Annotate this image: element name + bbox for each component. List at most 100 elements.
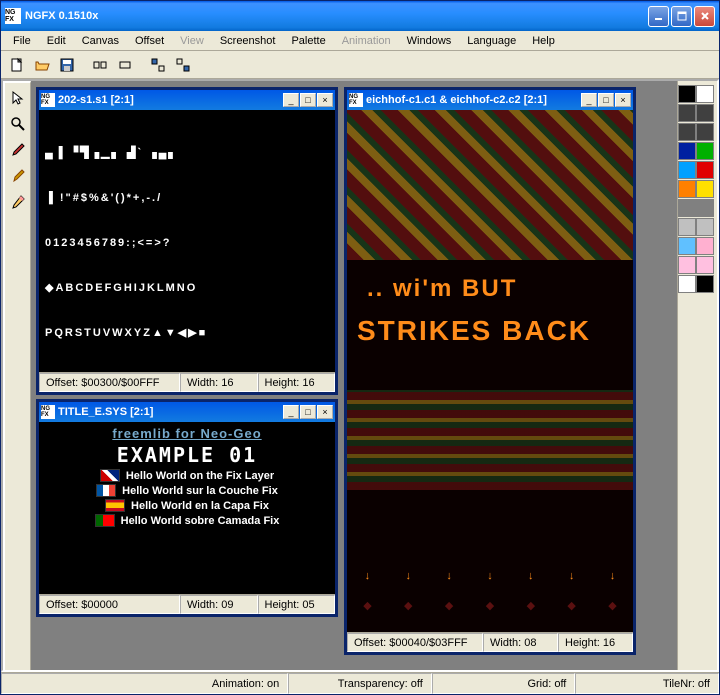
- zoom-tool[interactable]: [7, 113, 29, 135]
- close-icon[interactable]: ×: [317, 405, 333, 419]
- close-icon[interactable]: ×: [317, 93, 333, 107]
- flag-fr-icon: [96, 484, 116, 497]
- eyedropper-tool[interactable]: [7, 139, 29, 161]
- brush-tool[interactable]: [7, 165, 29, 187]
- menu-language[interactable]: Language: [459, 33, 524, 49]
- title-window-titlebar[interactable]: NG FX TITLE_E.SYS [2:1] _ □ ×: [39, 402, 335, 422]
- palette-row: [678, 123, 717, 141]
- new-button[interactable]: [5, 54, 28, 76]
- dot-row: ◆◆◆◆◆◆◆: [347, 599, 633, 612]
- menu-palette[interactable]: Palette: [283, 33, 333, 49]
- menu-canvas[interactable]: Canvas: [74, 33, 127, 49]
- palette-row: [678, 161, 717, 179]
- palette-swatch[interactable]: [696, 256, 714, 274]
- menubar: File Edit Canvas Offset View Screenshot …: [1, 31, 719, 51]
- palette-row: [678, 85, 717, 103]
- menu-animation[interactable]: Animation: [334, 33, 399, 49]
- menu-screenshot[interactable]: Screenshot: [212, 33, 284, 49]
- toolbar: [1, 51, 719, 79]
- palette-swatch[interactable]: [678, 237, 696, 255]
- transparency-status: Transparency: off: [288, 673, 432, 694]
- palette-row: [678, 142, 717, 160]
- arrow-row: ↓↓↓↓↓↓↓: [347, 570, 633, 582]
- palette-swatch[interactable]: [696, 142, 714, 160]
- palette-swatch[interactable]: [696, 161, 714, 179]
- close-icon[interactable]: ×: [615, 93, 631, 107]
- save-button[interactable]: [55, 54, 78, 76]
- palette-swatch[interactable]: [678, 199, 696, 217]
- palette-swatch[interactable]: [678, 180, 696, 198]
- maximize-icon[interactable]: □: [300, 405, 316, 419]
- banner-text: freemlib for Neo-Geo: [112, 426, 261, 441]
- sprites-window-titlebar[interactable]: NG FX eichhof-c1.c1 & eichhof-c2.c2 [2:1…: [347, 90, 633, 110]
- close-button[interactable]: [694, 6, 715, 27]
- palette-swatch[interactable]: [678, 123, 696, 141]
- menu-view[interactable]: View: [172, 33, 212, 49]
- palette-swatch[interactable]: [696, 85, 714, 103]
- sprites-canvas[interactable]: .. wi'm BUT STRIKES BACK ↓↓↓↓↓↓↓ ◆◆◆◆◆◆◆: [347, 110, 633, 632]
- minimize-icon[interactable]: _: [283, 405, 299, 419]
- menu-offset[interactable]: Offset: [127, 33, 172, 49]
- sprite-pattern: [347, 390, 633, 490]
- palette-swatch[interactable]: [678, 142, 696, 160]
- palette-row: [678, 180, 717, 198]
- flag-uk-icon: [100, 469, 120, 482]
- maximize-button[interactable]: [671, 6, 692, 27]
- palette-swatch[interactable]: [696, 237, 714, 255]
- hello-line: Hello World en la Capa Fix: [105, 499, 269, 512]
- menu-help[interactable]: Help: [524, 33, 563, 49]
- tool-c-button[interactable]: [146, 54, 169, 76]
- palette-swatch[interactable]: [696, 180, 714, 198]
- palette-swatch[interactable]: [678, 85, 696, 103]
- tool-a-button[interactable]: [88, 54, 111, 76]
- font-row: ▐ !"#$%&'()*+,-./: [45, 191, 329, 206]
- menu-file[interactable]: File: [5, 33, 39, 49]
- palette-swatch[interactable]: [678, 256, 696, 274]
- maximize-icon[interactable]: □: [300, 93, 316, 107]
- palette-swatch[interactable]: [696, 275, 714, 293]
- sprites-statusbar: Offset: $00040/$03FFF Width: 08 Height: …: [347, 632, 633, 652]
- width-label: Width: 16: [180, 373, 258, 392]
- window-icon: NG FX: [349, 93, 363, 107]
- font-canvas[interactable]: ▄▐ ▝▜▗▁▖ ▟` ▗▄▖ ▐ !"#$%&'()*+,-./ 012345…: [39, 110, 335, 372]
- palette-row: [678, 218, 717, 236]
- width-label: Width: 08: [483, 633, 558, 652]
- title-statusbar: Offset: $00000 Width: 09 Height: 05: [39, 594, 335, 614]
- palette-swatch[interactable]: [678, 104, 696, 122]
- palette-swatch[interactable]: [696, 104, 714, 122]
- flag-pt-icon: [95, 514, 115, 527]
- grid-status: Grid: off: [432, 673, 576, 694]
- menu-edit[interactable]: Edit: [39, 33, 74, 49]
- maximize-icon[interactable]: □: [598, 93, 614, 107]
- font-window-titlebar[interactable]: NG FX 202-s1.s1 [2:1] _ □ ×: [39, 90, 335, 110]
- sprite-text-1: .. wi'm BUT: [367, 275, 517, 303]
- title-canvas[interactable]: freemlib for Neo-Geo EXAMPLE 01 Hello Wo…: [39, 422, 335, 594]
- font-row: ◆ABCDEFGHIJKLMNO: [45, 371, 329, 372]
- font-statusbar: Offset: $00300/$00FFF Width: 16 Height: …: [39, 372, 335, 392]
- tool-b-button[interactable]: [113, 54, 136, 76]
- hello-line: Hello World sur la Couche Fix: [96, 484, 278, 497]
- minimize-icon[interactable]: _: [283, 93, 299, 107]
- open-button[interactable]: [30, 54, 53, 76]
- minimize-button[interactable]: [648, 6, 669, 27]
- pointer-tool[interactable]: [7, 87, 29, 109]
- palette-swatch[interactable]: [678, 218, 696, 236]
- palette-swatch[interactable]: [678, 161, 696, 179]
- font-row: ▄▐ ▝▜▗▁▖ ▟` ▗▄▖: [45, 146, 329, 161]
- titlebar[interactable]: NG FX NGFX 0.1510x: [1, 1, 719, 31]
- font-row: 0123456789:;<=>?: [45, 236, 329, 251]
- palette-swatch[interactable]: [696, 199, 714, 217]
- mdi-area: NG FX 202-s1.s1 [2:1] _ □ × ▄▐ ▝▜▗▁▖ ▟` …: [31, 81, 677, 670]
- palette-swatch[interactable]: [678, 275, 696, 293]
- menu-windows[interactable]: Windows: [399, 33, 460, 49]
- minimize-icon[interactable]: _: [581, 93, 597, 107]
- title-window: NG FX TITLE_E.SYS [2:1] _ □ × freemlib f…: [36, 399, 338, 617]
- tool-d-button[interactable]: [171, 54, 194, 76]
- color-palette: [677, 81, 717, 670]
- palette-row: [678, 199, 717, 217]
- sprites-window-title: eichhof-c1.c1 & eichhof-c2.c2 [2:1]: [366, 94, 581, 106]
- palette-swatch[interactable]: [696, 218, 714, 236]
- tool-palette: [3, 81, 31, 670]
- pencil-tool[interactable]: [7, 191, 29, 213]
- palette-swatch[interactable]: [696, 123, 714, 141]
